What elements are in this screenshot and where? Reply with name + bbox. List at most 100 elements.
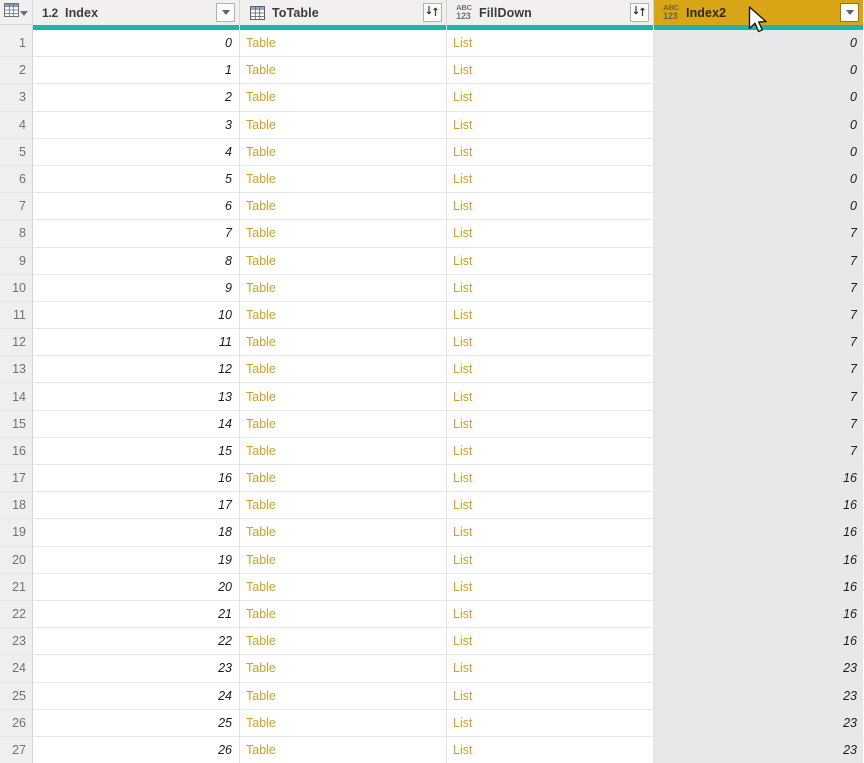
row-number[interactable]: 13 <box>0 356 33 383</box>
cell-filldown[interactable]: List <box>447 465 654 492</box>
column-expand-button-totable[interactable] <box>423 3 442 22</box>
table-row[interactable]: 16 15 Table List 7 <box>0 437 864 465</box>
cell-totable[interactable]: Table <box>240 274 447 301</box>
cell-totable[interactable]: Table <box>240 546 447 573</box>
column-expand-button-filldown[interactable] <box>630 3 649 22</box>
cell-totable[interactable]: Table <box>240 301 447 329</box>
cell-totable[interactable]: Table <box>240 356 447 383</box>
row-number[interactable]: 17 <box>0 465 33 492</box>
cell-totable[interactable]: Table <box>240 329 447 356</box>
table-row[interactable]: 22 21 Table List 16 <box>0 600 864 629</box>
table-row[interactable]: 3 2 Table List 0 <box>0 84 864 112</box>
column-header-index[interactable]: 1.2 Index <box>33 0 240 25</box>
cell-totable[interactable]: Table <box>240 600 447 628</box>
cell-totable[interactable]: Table <box>240 84 447 111</box>
table-row[interactable]: 20 19 Table List 16 <box>0 546 864 574</box>
table-row[interactable]: 9 8 Table List 7 <box>0 247 864 275</box>
row-number[interactable]: 25 <box>0 682 33 709</box>
row-number[interactable]: 7 <box>0 193 33 220</box>
row-number[interactable]: 8 <box>0 220 33 247</box>
cell-filldown[interactable]: List <box>447 84 654 111</box>
cell-totable[interactable]: Table <box>240 628 447 655</box>
row-number[interactable]: 16 <box>0 437 33 464</box>
row-number[interactable]: 14 <box>0 383 33 410</box>
row-number[interactable]: 21 <box>0 573 33 600</box>
table-row[interactable]: 8 7 Table List 7 <box>0 220 864 248</box>
cell-totable[interactable]: Table <box>240 57 447 84</box>
row-number[interactable]: 22 <box>0 600 33 628</box>
cell-filldown[interactable]: List <box>447 329 654 356</box>
table-row[interactable]: 25 24 Table List 23 <box>0 682 864 710</box>
cell-totable[interactable]: Table <box>240 492 447 519</box>
row-number[interactable]: 2 <box>0 57 33 84</box>
cell-filldown[interactable]: List <box>447 519 654 546</box>
table-row[interactable]: 18 17 Table List 16 <box>0 492 864 520</box>
cell-totable[interactable]: Table <box>240 138 447 165</box>
cell-totable[interactable]: Table <box>240 573 447 600</box>
table-row[interactable]: 6 5 Table List 0 <box>0 165 864 194</box>
row-number[interactable]: 27 <box>0 736 33 763</box>
cell-totable[interactable]: Table <box>240 655 447 682</box>
row-number[interactable]: 24 <box>0 655 33 682</box>
row-number[interactable]: 23 <box>0 628 33 655</box>
cell-totable[interactable]: Table <box>240 383 447 410</box>
row-number[interactable]: 12 <box>0 329 33 356</box>
table-row[interactable]: 23 22 Table List 16 <box>0 628 864 656</box>
cell-filldown[interactable]: List <box>447 193 654 220</box>
table-row[interactable]: 14 13 Table List 7 <box>0 383 864 411</box>
row-number[interactable]: 10 <box>0 274 33 301</box>
table-row[interactable]: 17 16 Table List 16 <box>0 465 864 493</box>
cell-filldown[interactable]: List <box>447 709 654 736</box>
row-number[interactable]: 11 <box>0 301 33 329</box>
cell-filldown[interactable]: List <box>447 655 654 682</box>
table-row[interactable]: 5 4 Table List 0 <box>0 138 864 166</box>
table-row[interactable]: 4 3 Table List 0 <box>0 111 864 139</box>
cell-filldown[interactable]: List <box>447 220 654 247</box>
select-all-columns-button[interactable] <box>0 0 33 24</box>
cell-totable[interactable]: Table <box>240 709 447 736</box>
cell-filldown[interactable]: List <box>447 383 654 410</box>
cell-totable[interactable]: Table <box>240 30 447 57</box>
row-number[interactable]: 9 <box>0 247 33 274</box>
table-row[interactable]: 27 26 Table List 23 <box>0 736 864 763</box>
row-number[interactable]: 1 <box>0 30 33 57</box>
cell-totable[interactable]: Table <box>240 220 447 247</box>
cell-filldown[interactable]: List <box>447 736 654 763</box>
cell-filldown[interactable]: List <box>447 301 654 329</box>
row-number[interactable]: 20 <box>0 546 33 573</box>
table-row[interactable]: 13 12 Table List 7 <box>0 356 864 384</box>
cell-filldown[interactable]: List <box>447 111 654 138</box>
row-number[interactable]: 15 <box>0 410 33 437</box>
cell-totable[interactable]: Table <box>240 111 447 138</box>
row-number[interactable]: 6 <box>0 165 33 193</box>
cell-filldown[interactable]: List <box>447 30 654 57</box>
cell-filldown[interactable]: List <box>447 57 654 84</box>
table-row[interactable]: 11 10 Table List 7 <box>0 301 864 330</box>
row-number[interactable]: 3 <box>0 84 33 111</box>
cell-filldown[interactable]: List <box>447 573 654 600</box>
column-header-filldown[interactable]: ABC 123 FillDown <box>447 0 654 25</box>
table-row[interactable]: 26 25 Table List 23 <box>0 709 864 737</box>
table-row[interactable]: 1 0 Table List 0 <box>0 30 864 58</box>
table-row[interactable]: 12 11 Table List 7 <box>0 329 864 357</box>
row-number[interactable]: 18 <box>0 492 33 519</box>
cell-totable[interactable]: Table <box>240 465 447 492</box>
table-row[interactable]: 19 18 Table List 16 <box>0 519 864 547</box>
column-header-totable[interactable]: ToTable <box>240 0 447 25</box>
table-row[interactable]: 24 23 Table List 23 <box>0 655 864 683</box>
cell-filldown[interactable]: List <box>447 600 654 628</box>
table-row[interactable]: 15 14 Table List 7 <box>0 410 864 438</box>
column-header-index2[interactable]: ABC 123 Index2 <box>654 0 863 25</box>
column-filter-button-index[interactable] <box>216 3 235 22</box>
row-number[interactable]: 4 <box>0 111 33 138</box>
column-filter-button-index2[interactable] <box>840 3 859 22</box>
table-row[interactable]: 10 9 Table List 7 <box>0 274 864 302</box>
row-number[interactable]: 19 <box>0 519 33 546</box>
cell-filldown[interactable]: List <box>447 247 654 274</box>
cell-filldown[interactable]: List <box>447 356 654 383</box>
cell-filldown[interactable]: List <box>447 682 654 709</box>
cell-totable[interactable]: Table <box>240 736 447 763</box>
cell-filldown[interactable]: List <box>447 437 654 464</box>
table-row[interactable]: 21 20 Table List 16 <box>0 573 864 601</box>
cell-totable[interactable]: Table <box>240 247 447 274</box>
